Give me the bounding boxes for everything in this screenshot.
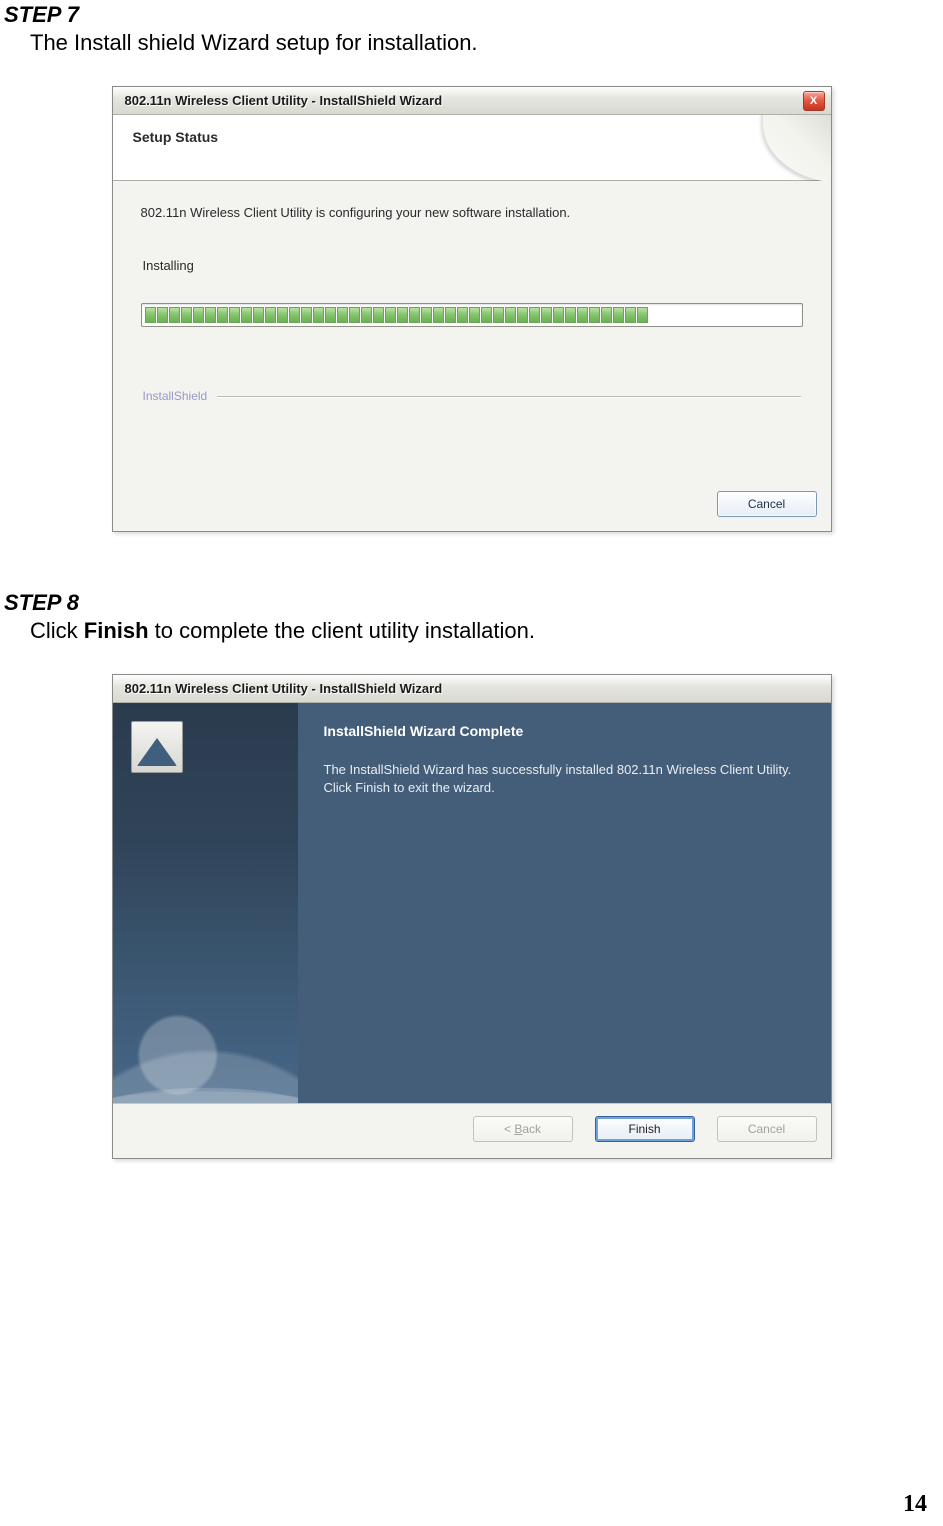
progress-segment bbox=[625, 307, 636, 323]
progress-segment bbox=[469, 307, 480, 323]
progress-segment bbox=[493, 307, 504, 323]
step7-header-band: Setup Status bbox=[113, 115, 831, 181]
cancel-button[interactable]: Cancel bbox=[717, 491, 817, 517]
progress-segment bbox=[193, 307, 204, 323]
step7-text: The Install shield Wizard setup for inst… bbox=[0, 28, 943, 56]
wizard-side-graphic bbox=[113, 703, 298, 1103]
step7-message: 802.11n Wireless Client Utility is confi… bbox=[141, 205, 803, 220]
divider-line bbox=[217, 396, 800, 397]
progress-segment bbox=[589, 307, 600, 323]
step8-text-prefix: Click bbox=[30, 618, 84, 643]
progress-segment bbox=[181, 307, 192, 323]
progress-segment bbox=[397, 307, 408, 323]
progress-segment bbox=[217, 307, 228, 323]
setup-status-label: Setup Status bbox=[133, 129, 811, 145]
progress-segment bbox=[373, 307, 384, 323]
paper-curl-icon bbox=[751, 115, 831, 181]
step7-titlebar: 802.11n Wireless Client Utility - Instal… bbox=[113, 87, 831, 115]
progress-segment bbox=[229, 307, 240, 323]
progress-segment bbox=[289, 307, 300, 323]
progress-segment bbox=[529, 307, 540, 323]
progress-segment bbox=[301, 307, 312, 323]
back-button: < Back bbox=[473, 1116, 573, 1142]
progress-segment bbox=[637, 307, 648, 323]
progress-segment bbox=[241, 307, 252, 323]
progress-segment bbox=[553, 307, 564, 323]
progress-segment bbox=[325, 307, 336, 323]
progress-segment bbox=[421, 307, 432, 323]
finish-button[interactable]: Finish bbox=[595, 1116, 695, 1142]
step7-body: 802.11n Wireless Client Utility is confi… bbox=[113, 181, 831, 481]
step8-text-suffix: to complete the client utility installat… bbox=[149, 618, 535, 643]
step8-heading: STEP 8 bbox=[0, 588, 943, 616]
step8-button-row: < Back Finish Cancel bbox=[113, 1103, 831, 1158]
step7-button-row: Cancel bbox=[113, 481, 831, 531]
back-underline: B bbox=[514, 1122, 522, 1136]
progress-segment bbox=[457, 307, 468, 323]
progress-segment bbox=[433, 307, 444, 323]
progress-segment bbox=[601, 307, 612, 323]
progress-segment bbox=[169, 307, 180, 323]
step8-text-bold: Finish bbox=[84, 618, 149, 643]
step8-body: InstallShield Wizard Complete The Instal… bbox=[113, 703, 831, 1103]
step7-dialog: 802.11n Wireless Client Utility - Instal… bbox=[112, 86, 832, 532]
progress-segment bbox=[505, 307, 516, 323]
close-icon[interactable]: X bbox=[803, 91, 825, 111]
progress-segment bbox=[313, 307, 324, 323]
step8-title-text: 802.11n Wireless Client Utility - Instal… bbox=[125, 681, 443, 696]
progress-segment bbox=[277, 307, 288, 323]
progress-segment bbox=[337, 307, 348, 323]
progress-segment bbox=[349, 307, 360, 323]
installshield-label: InstallShield bbox=[143, 389, 208, 403]
step8-titlebar: 802.11n Wireless Client Utility - Instal… bbox=[113, 675, 831, 703]
progress-segment bbox=[565, 307, 576, 323]
progress-segment bbox=[541, 307, 552, 323]
step7-heading: STEP 7 bbox=[0, 0, 943, 28]
progress-segment bbox=[205, 307, 216, 323]
step8-right-pane: InstallShield Wizard Complete The Instal… bbox=[298, 703, 831, 1103]
progress-segment bbox=[265, 307, 276, 323]
progress-segment bbox=[445, 307, 456, 323]
progress-segment bbox=[409, 307, 420, 323]
cancel-button-step8: Cancel bbox=[717, 1116, 817, 1142]
step8-text: Click Finish to complete the client util… bbox=[0, 616, 943, 644]
back-button-label: < Back bbox=[504, 1122, 541, 1136]
progress-segment bbox=[361, 307, 372, 323]
step7-title-text: 802.11n Wireless Client Utility - Instal… bbox=[125, 93, 443, 108]
progress-bar bbox=[141, 303, 803, 327]
page-number: 14 bbox=[903, 1491, 927, 1518]
installshield-divider: InstallShield bbox=[141, 389, 803, 403]
installing-label: Installing bbox=[143, 258, 803, 273]
wave-graphic bbox=[113, 983, 298, 1103]
wizard-logo-icon bbox=[131, 721, 183, 773]
step8-dialog: 802.11n Wireless Client Utility - Instal… bbox=[112, 674, 832, 1159]
progress-segment bbox=[613, 307, 624, 323]
progress-segment bbox=[385, 307, 396, 323]
progress-segment bbox=[253, 307, 264, 323]
progress-segment bbox=[517, 307, 528, 323]
progress-segment bbox=[157, 307, 168, 323]
progress-segment bbox=[577, 307, 588, 323]
progress-segment bbox=[481, 307, 492, 323]
progress-segment bbox=[145, 307, 156, 323]
progress-empty bbox=[649, 307, 799, 323]
wizard-complete-body: The InstallShield Wizard has successfull… bbox=[324, 761, 805, 796]
wizard-complete-heading: InstallShield Wizard Complete bbox=[324, 723, 805, 739]
